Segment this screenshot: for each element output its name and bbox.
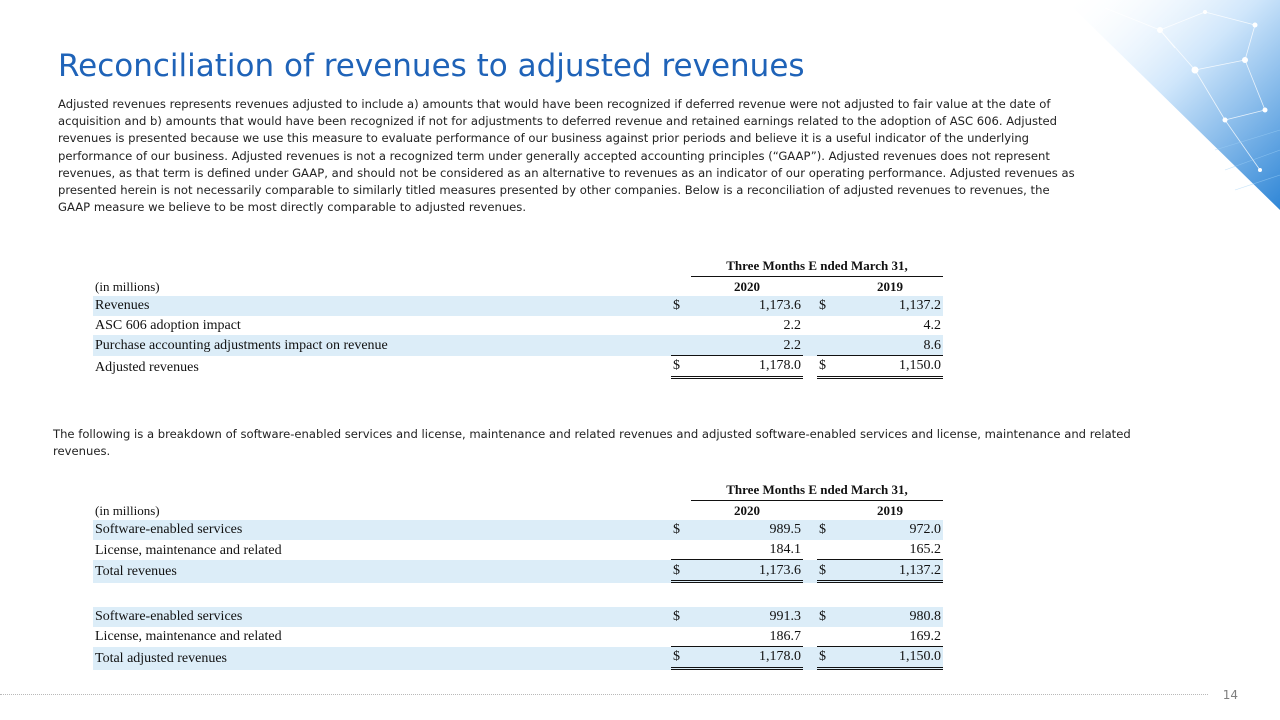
year-2020-header: 2020 [734, 278, 760, 294]
period-header: Three Months E nded March 31, [691, 256, 943, 277]
table-row: ASC 606 adoption impact 2.2 4.2 [95, 318, 941, 334]
reconciliation-table: Three Months E nded March 31, (in millio… [93, 256, 943, 379]
table-row: Software-enabled services $ 989.5 $ 972.… [93, 520, 943, 540]
table-row: Software-enabled services $ 991.3 $ 980.… [93, 606, 943, 627]
footer-divider [0, 694, 1208, 695]
page-number: 14 [1222, 688, 1238, 702]
table-row: License, maintenance and related 186.7 1… [93, 627, 943, 648]
table-row: Purchase accounting adjustments impact o… [93, 335, 943, 356]
table-spacer-row [93, 583, 943, 607]
table-header-row: Three Months E nded March 31, [93, 480, 943, 501]
network-decor-image [1065, 0, 1280, 210]
table-subheader-row: (in millions) 2020 2019 [93, 277, 943, 297]
table-row: Revenues $ 1,173.6 $ 1,137.2 [93, 296, 943, 316]
units-label: (in millions) [95, 502, 160, 518]
year-2019-header: 2019 [877, 278, 903, 294]
breakdown-paragraph: The following is a breakdown of software… [53, 427, 1131, 459]
page-title: Reconciliation of revenues to adjusted r… [58, 48, 805, 84]
table-row: Total adjusted revenues $ 1,178.0 $ 1,15… [93, 647, 943, 670]
intro-paragraph: Adjusted revenues represents revenues ad… [58, 97, 1075, 215]
breakdown-table: Three Months E nded March 31, (in millio… [93, 480, 943, 670]
table-row: Total revenues $ 1,173.6 $ 1,137.2 [93, 560, 943, 583]
year-2020-header: 2020 [734, 502, 760, 518]
year-2019-header: 2019 [877, 502, 903, 518]
table-subheader-row: (in millions) 2020 2019 [93, 501, 943, 521]
units-label: (in millions) [95, 278, 160, 294]
table-row: Adjusted revenues $ 1,178.0 $ 1,150.0 [93, 356, 943, 379]
table-row: License, maintenance and related 184.1 1… [93, 540, 943, 561]
table-header-row: Three Months E nded March 31, [93, 256, 943, 277]
period-header: Three Months E nded March 31, [691, 480, 943, 501]
